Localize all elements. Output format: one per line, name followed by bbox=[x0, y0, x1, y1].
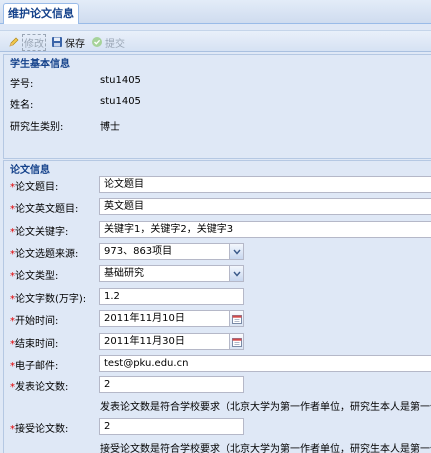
chevron-down-icon[interactable] bbox=[229, 244, 243, 259]
keywords-input[interactable]: 关键字1，关键字2，关键字3 bbox=[99, 221, 431, 238]
accepted-count-label-text: 接受论文数: bbox=[15, 424, 69, 435]
floppy-disk-icon bbox=[51, 36, 63, 48]
end-date-input[interactable]: 2011年11月30日 bbox=[99, 333, 244, 350]
keywords-label: *论文关键字: bbox=[10, 223, 68, 238]
checkmark-icon bbox=[91, 36, 103, 48]
tab-bar: 维护论文信息 bbox=[0, 0, 431, 25]
word-count-input[interactable]: 1.2 bbox=[99, 288, 244, 305]
calendar-icon[interactable] bbox=[229, 311, 243, 326]
student-id-label: 学号: bbox=[10, 79, 34, 90]
published-count-label-text: 发表论文数: bbox=[15, 382, 69, 393]
topic-source-label-text: 论文选题来源: bbox=[15, 249, 79, 260]
keywords-label-text: 论文关键字: bbox=[15, 227, 69, 238]
student-info-legend: 学生基本信息 bbox=[8, 55, 72, 70]
paper-info-legend: 论文信息 bbox=[8, 161, 52, 176]
topic-source-select[interactable]: 973、863项目 bbox=[99, 243, 244, 260]
email-label: *电子邮件: bbox=[10, 357, 58, 372]
paper-title-label: *论文题目: bbox=[10, 178, 58, 193]
toolbar: 修改 保存 提交 bbox=[0, 30, 431, 52]
published-count-label: *发表论文数: bbox=[10, 378, 68, 393]
paper-type-label: *论文类型: bbox=[10, 267, 58, 282]
save-button[interactable]: 保存 bbox=[51, 34, 85, 50]
email-label-text: 电子邮件: bbox=[15, 361, 59, 372]
category-value: 博士 bbox=[100, 122, 120, 133]
paper-type-select[interactable]: 基础研究 bbox=[99, 265, 244, 282]
category-label: 研究生类别: bbox=[10, 122, 64, 133]
submit-label: 提交 bbox=[105, 38, 125, 50]
published-note: 发表论文数是符合学校要求（北京大学为第一作者单位，研究生本人是第一作 bbox=[100, 402, 431, 413]
calendar-icon[interactable] bbox=[229, 334, 243, 349]
student-id-value: stu1405 bbox=[100, 75, 141, 86]
chevron-down-icon[interactable] bbox=[229, 266, 243, 281]
accepted-count-input[interactable]: 2 bbox=[99, 418, 244, 435]
paper-en-title-label: *论文英文题目: bbox=[10, 200, 78, 215]
end-date-label: *结束时间: bbox=[10, 335, 58, 350]
end-date-value: 2011年11月30日 bbox=[104, 336, 185, 347]
topic-source-value: 973、863项目 bbox=[104, 246, 173, 257]
start-date-input[interactable]: 2011年11月10日 bbox=[99, 310, 244, 327]
submit-button[interactable]: 提交 bbox=[91, 34, 125, 50]
start-date-label: *开始时间: bbox=[10, 312, 58, 327]
paper-type-label-text: 论文类型: bbox=[15, 271, 59, 282]
tab-maintain-paper[interactable]: 维护论文信息 bbox=[3, 3, 79, 25]
name-label: 姓名: bbox=[10, 100, 34, 111]
paper-title-input[interactable]: 论文题目 bbox=[99, 176, 431, 193]
form-panel: 修改 保存 提交 学生基本信息 学号: stu1405 姓名: stu1405 … bbox=[0, 24, 431, 453]
accepted-count-label: *接受论文数: bbox=[10, 420, 68, 435]
paper-title-label-text: 论文题目: bbox=[15, 182, 59, 193]
published-count-input[interactable]: 2 bbox=[99, 376, 244, 393]
edit-button[interactable]: 修改 bbox=[8, 33, 46, 51]
paper-en-title-label-text: 论文英文题目: bbox=[15, 204, 79, 215]
topic-source-label: *论文选题来源: bbox=[10, 245, 78, 260]
paper-en-title-input[interactable]: 英文题目 bbox=[99, 198, 431, 215]
word-count-label: *论文字数(万字): bbox=[10, 290, 86, 305]
edit-label: 修改 bbox=[22, 33, 46, 51]
accepted-note: 接受论文数是符合学校要求（北京大学为第一作者单位，研究生本人是第一作 bbox=[100, 444, 431, 453]
save-label: 保存 bbox=[65, 38, 85, 50]
pencil-icon bbox=[8, 36, 20, 48]
start-date-label-text: 开始时间: bbox=[15, 316, 59, 327]
paper-type-value: 基础研究 bbox=[104, 268, 144, 279]
name-value: stu1405 bbox=[100, 96, 141, 107]
end-date-label-text: 结束时间: bbox=[15, 339, 59, 350]
start-date-value: 2011年11月10日 bbox=[104, 313, 185, 324]
word-count-label-text: 论文字数(万字): bbox=[15, 294, 87, 305]
email-input[interactable]: test@pku.edu.cn bbox=[99, 355, 431, 372]
